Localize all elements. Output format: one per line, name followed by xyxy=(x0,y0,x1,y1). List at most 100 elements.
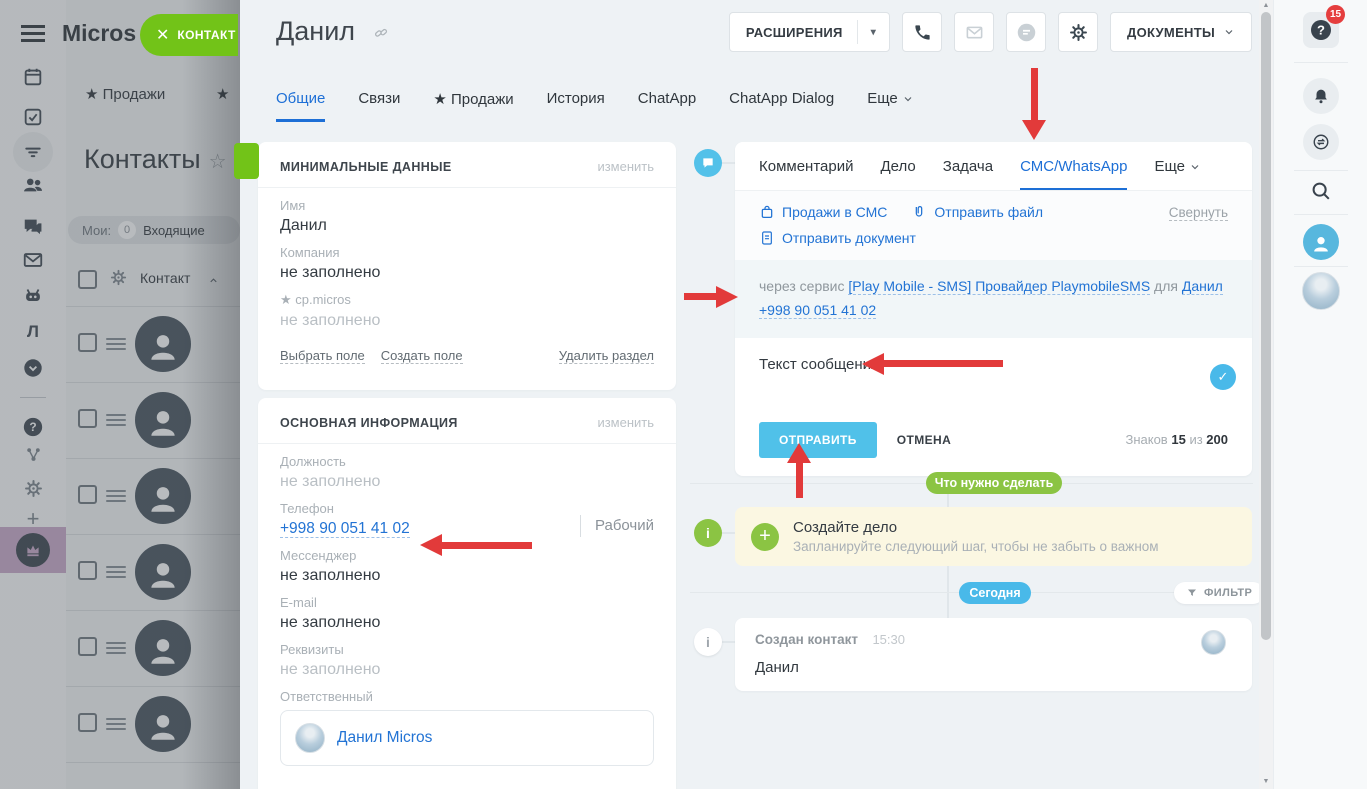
collapse-link[interactable]: Свернуть xyxy=(1168,205,1228,221)
field-value[interactable]: не заполнено xyxy=(280,312,654,330)
contact-row[interactable] xyxy=(66,306,240,383)
sales-in-sms-link[interactable]: Продажи в СМС xyxy=(759,204,887,220)
contact-row[interactable] xyxy=(66,534,240,611)
integrations-icon[interactable] xyxy=(0,445,66,464)
user-avatar-button[interactable] xyxy=(1303,224,1339,260)
chat-button[interactable] xyxy=(1006,12,1047,52)
contact-row[interactable] xyxy=(66,762,240,789)
tab-chatapp-dialog[interactable]: ChatApp Dialog xyxy=(729,90,834,122)
drag-handle[interactable] xyxy=(106,715,126,733)
my-filter-label[interactable]: Мои: xyxy=(82,223,111,238)
contact-row[interactable] xyxy=(66,686,240,763)
drag-handle[interactable] xyxy=(106,335,126,353)
scroll-down-arrow[interactable]: ▼ xyxy=(1259,778,1273,785)
todo-pill[interactable]: Что нужно сделать xyxy=(926,472,1062,494)
main-menu-button[interactable] xyxy=(0,21,66,46)
phone-link[interactable]: +998 90 051 41 02 xyxy=(280,520,410,538)
chats-icon[interactable] xyxy=(0,216,66,238)
mail-button[interactable] xyxy=(954,12,995,52)
feed-tab-more[interactable]: Еще xyxy=(1154,158,1201,190)
service-provider-link[interactable]: [Play Mobile - SMS] Провайдер Playmobile… xyxy=(848,278,1151,295)
contact-avatar[interactable] xyxy=(135,468,191,524)
more-apps-icon[interactable] xyxy=(0,357,66,379)
tab-general[interactable]: Общие xyxy=(276,90,326,122)
mail-icon[interactable] xyxy=(0,249,66,271)
service-contact-link[interactable]: Данил xyxy=(1181,278,1223,295)
contact-avatar[interactable] xyxy=(135,392,191,448)
feed-tab-todo[interactable]: Задача xyxy=(943,158,993,190)
scrollbar-thumb[interactable] xyxy=(1261,12,1271,640)
add-task-plus-button[interactable]: + xyxy=(751,522,779,551)
contact-avatar[interactable] xyxy=(135,696,191,752)
tab-more[interactable]: Еще xyxy=(867,90,914,122)
filter-lists-icon[interactable] xyxy=(13,132,53,172)
message-compose-area[interactable]: Текст сообщения ✓ xyxy=(735,338,1252,410)
chevron-down-icon[interactable]: ▾ xyxy=(858,27,889,38)
send-button[interactable]: ОТПРАВИТЬ xyxy=(759,421,877,458)
close-icon[interactable]: ✕ xyxy=(156,25,169,45)
link-icon[interactable] xyxy=(373,16,389,46)
row-checkbox[interactable] xyxy=(78,485,97,504)
edit-link[interactable]: изменить xyxy=(597,159,654,174)
service-phone-link[interactable]: +998 90 051 41 02 xyxy=(759,301,877,319)
phone-type-label[interactable]: Рабочий xyxy=(579,515,654,537)
choose-field-link[interactable]: Выбрать поле xyxy=(280,348,365,364)
send-file-link[interactable]: Отправить файл xyxy=(911,204,1043,220)
pinned-tab-sales[interactable]: ★ Продажи xyxy=(85,85,165,103)
field-value[interactable]: не заполнено xyxy=(280,614,654,632)
help-icon[interactable] xyxy=(0,416,66,438)
page-scrollbar[interactable]: ▲ ▼ xyxy=(1259,0,1273,789)
extensions-button[interactable]: РАСШИРЕНИЯ ▾ xyxy=(728,12,891,52)
tab-links[interactable]: Связи xyxy=(358,90,400,122)
field-value[interactable]: не заполнено xyxy=(280,661,654,679)
drag-handle[interactable] xyxy=(106,411,126,429)
row-checkbox[interactable] xyxy=(78,637,97,656)
contact-row[interactable] xyxy=(66,382,240,459)
documents-button[interactable]: ДОКУМЕНТЫ xyxy=(1110,12,1252,52)
drag-handle[interactable] xyxy=(106,639,126,657)
send-toggle[interactable]: ✓ xyxy=(1210,363,1236,390)
search-button[interactable] xyxy=(1310,180,1332,202)
edit-link[interactable]: изменить xyxy=(597,415,654,430)
send-document-link[interactable]: Отправить документ xyxy=(759,230,916,246)
incoming-filter-label[interactable]: Входящие xyxy=(143,223,205,238)
tab-sales[interactable]: ★ Продажи xyxy=(433,90,513,122)
pinned-tab-extra[interactable]: ★ xyxy=(216,85,229,103)
contacts-icon[interactable] xyxy=(0,174,66,196)
select-all-checkbox[interactable] xyxy=(78,270,97,289)
row-checkbox[interactable] xyxy=(78,333,97,352)
bot-icon[interactable] xyxy=(0,284,66,306)
favorite-star-icon[interactable]: ☆ xyxy=(209,151,227,173)
cancel-button[interactable]: ОТМЕНА xyxy=(897,433,951,447)
contact-avatar[interactable] xyxy=(135,620,191,676)
column-header-contact[interactable]: Контакт xyxy=(140,270,190,286)
new-contact-button-edge[interactable] xyxy=(234,143,259,179)
create-field-link[interactable]: Создать поле xyxy=(380,348,463,364)
feed-tab-comment[interactable]: Комментарий xyxy=(759,158,853,190)
settings-gear-button[interactable] xyxy=(1058,12,1099,52)
contact-avatar[interactable] xyxy=(135,316,191,372)
call-button[interactable] xyxy=(902,12,943,52)
row-checkbox[interactable] xyxy=(78,713,97,732)
field-value[interactable]: не заполнено xyxy=(280,264,654,282)
conversations-button[interactable] xyxy=(1303,124,1339,160)
feed-tab-sms-whatsapp[interactable]: СМС/WhatsApp xyxy=(1020,158,1128,190)
profile-photo-avatar[interactable] xyxy=(1302,272,1340,310)
responsible-name[interactable]: Данил Micros xyxy=(337,729,432,747)
tab-chatapp[interactable]: ChatApp xyxy=(638,90,696,122)
calendar-icon[interactable] xyxy=(0,66,66,88)
today-pill[interactable]: Сегодня xyxy=(959,582,1031,604)
scroll-up-arrow[interactable]: ▲ xyxy=(1259,2,1273,9)
field-value[interactable]: не заполнено xyxy=(280,473,654,491)
row-checkbox[interactable] xyxy=(78,409,97,428)
hint-title[interactable]: Создайте дело xyxy=(793,519,1159,536)
contact-created-note[interactable]: Создан контакт 15:30 Данил xyxy=(735,618,1252,691)
upgrade-crown-item[interactable] xyxy=(0,527,66,573)
responsible-user-box[interactable]: Данил Micros xyxy=(280,710,654,766)
app-logo[interactable]: Micros xyxy=(62,20,136,47)
sort-asc-icon[interactable] xyxy=(208,272,219,290)
settings-gear-icon[interactable] xyxy=(0,479,66,498)
delete-section-link[interactable]: Удалить раздел xyxy=(558,348,654,364)
tasks-icon[interactable] xyxy=(0,106,66,128)
notifications-bell-button[interactable] xyxy=(1303,78,1339,114)
